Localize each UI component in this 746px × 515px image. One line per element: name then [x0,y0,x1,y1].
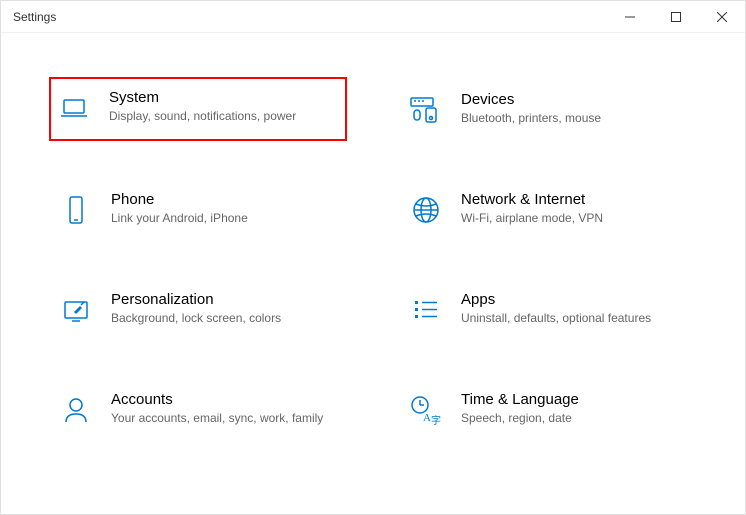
phone-icon [59,193,93,227]
tile-title: Apps [461,291,687,308]
apps-icon [409,293,443,327]
maximize-button[interactable] [653,1,699,32]
close-icon [717,12,727,22]
tile-personalization[interactable]: Personalization Background, lock screen,… [53,283,343,335]
tile-text: Personalization Background, lock screen,… [111,291,337,326]
tile-desc: Display, sound, notifications, power [109,108,337,124]
close-button[interactable] [699,1,745,32]
time-language-icon: A 字 [409,393,443,427]
tile-system[interactable]: System Display, sound, notifications, po… [51,79,345,139]
tile-title: System [109,89,337,106]
tile-text: Time & Language Speech, region, date [461,391,687,426]
svg-text:A: A [423,412,431,424]
minimize-button[interactable] [607,1,653,32]
tile-desc: Uninstall, defaults, optional features [461,310,687,326]
tile-text: Phone Link your Android, iPhone [111,191,337,226]
window-title: Settings [13,10,56,24]
tile-devices[interactable]: Devices Bluetooth, printers, mouse [403,83,693,135]
tile-title: Network & Internet [461,191,687,208]
minimize-icon [625,12,635,22]
tile-text: Accounts Your accounts, email, sync, wor… [111,391,337,426]
tile-desc: Speech, region, date [461,410,687,426]
tile-title: Personalization [111,291,337,308]
accounts-icon [59,393,93,427]
tile-desc: Your accounts, email, sync, work, family [111,410,337,426]
tile-desc: Link your Android, iPhone [111,210,337,226]
tile-text: Apps Uninstall, defaults, optional featu… [461,291,687,326]
tile-text: Devices Bluetooth, printers, mouse [461,91,687,126]
svg-text:字: 字 [431,414,441,426]
globe-icon [409,193,443,227]
settings-grid: System Display, sound, notifications, po… [53,83,693,435]
tile-desc: Wi-Fi, airplane mode, VPN [461,210,687,226]
tile-network-internet[interactable]: Network & Internet Wi-Fi, airplane mode,… [403,183,693,235]
tile-title: Time & Language [461,391,687,408]
window-controls [607,1,745,32]
tile-time-language[interactable]: A 字 Time & Language Speech, region, date [403,383,693,435]
tile-desc: Bluetooth, printers, mouse [461,110,687,126]
tile-title: Accounts [111,391,337,408]
laptop-icon [57,91,91,125]
tile-accounts[interactable]: Accounts Your accounts, email, sync, wor… [53,383,343,435]
settings-content: System Display, sound, notifications, po… [1,33,745,455]
tile-text: Network & Internet Wi-Fi, airplane mode,… [461,191,687,226]
tile-apps[interactable]: Apps Uninstall, defaults, optional featu… [403,283,693,335]
tile-text: System Display, sound, notifications, po… [109,89,337,124]
tile-title: Phone [111,191,337,208]
personalization-icon [59,293,93,327]
maximize-icon [671,12,681,22]
tile-desc: Background, lock screen, colors [111,310,337,326]
devices-icon [409,93,443,127]
tile-phone[interactable]: Phone Link your Android, iPhone [53,183,343,235]
tile-title: Devices [461,91,687,108]
titlebar: Settings [1,1,745,33]
